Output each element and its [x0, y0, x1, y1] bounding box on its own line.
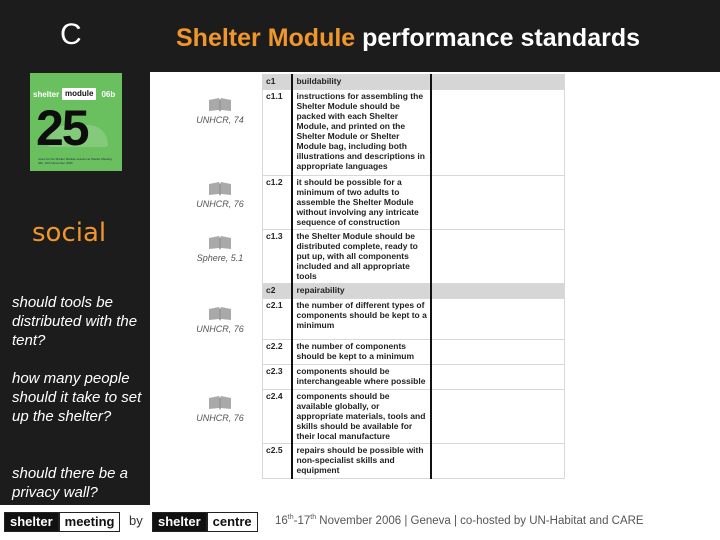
cover-code: 06b — [101, 89, 116, 99]
table-row: c1.2 it should be possible for a minimum… — [262, 175, 566, 230]
row-code: c2.2 — [262, 339, 293, 365]
table-row: c2.3 components should be interchangeabl… — [262, 364, 566, 390]
row-blank-cell — [430, 74, 566, 90]
category-label: social — [32, 218, 107, 248]
table-section-header: c1 buildability — [262, 74, 566, 90]
row-blank-cell — [430, 443, 566, 479]
row-text: it should be possible for a minimum of t… — [291, 175, 433, 230]
module-cover-thumbnail: shelter module 06b 25 notes for the Shel… — [30, 73, 122, 171]
logo-word-shelter: shelter — [152, 512, 207, 532]
row-blank-cell — [430, 175, 566, 230]
cover-word-shelter: shelter — [33, 89, 60, 99]
logo-word-shelter: shelter — [4, 512, 59, 532]
reference-3: Sphere, 5.1 — [175, 235, 265, 263]
row-blank-cell — [430, 364, 566, 390]
shelter-centre-logo: shelter centre — [152, 512, 258, 532]
row-code: c2.1 — [262, 298, 293, 340]
logo-word-meeting: meeting — [58, 512, 121, 532]
reference-label: UNHCR, 76 — [196, 413, 244, 423]
row-text: components should be interchangeable whe… — [291, 364, 433, 390]
reference-1: UNHCR, 74 — [175, 97, 265, 125]
row-code: c2.4 — [262, 389, 293, 444]
reference-label: Sphere, 5.1 — [196, 253, 244, 263]
row-code: c2.3 — [262, 364, 293, 390]
book-icon — [209, 396, 231, 410]
standards-table: c1 buildability c1.1 instructions for as… — [262, 74, 566, 479]
row-text: components should be available globally,… — [291, 389, 433, 444]
row-blank-cell — [430, 339, 566, 365]
book-icon — [209, 307, 231, 321]
title-accent: Shelter Module — [176, 24, 356, 52]
event-info: 16th-17th November 2006 | Geneva | co-ho… — [275, 514, 644, 527]
table-row: c2.5 repairs should be possible with non… — [262, 443, 566, 479]
book-icon — [209, 98, 231, 112]
question-3: should there be a privacy wall? — [12, 465, 128, 501]
row-blank-cell — [430, 283, 566, 299]
reference-4: UNHCR, 76 — [175, 306, 265, 334]
row-code: c2.5 — [262, 443, 293, 479]
reference-label: UNHCR, 76 — [196, 199, 244, 209]
table-row: c1.1 instructions for assembling the She… — [262, 89, 566, 176]
row-blank-cell — [430, 389, 566, 444]
row-code: c2 — [262, 283, 293, 299]
row-text: instructions for assembling the Shelter … — [291, 89, 433, 176]
row-code: c1.1 — [262, 89, 293, 176]
cover-caption: notes for the Shelter Module session at … — [38, 157, 112, 165]
book-icon — [209, 182, 231, 196]
date-day1: 16 — [275, 514, 288, 527]
event-details: November 2006 | Geneva | co-hosted by UN… — [316, 514, 644, 527]
cover-number: 25 — [36, 100, 90, 156]
date-day2: -17 — [293, 514, 311, 527]
cover-title-bar: shelter module 06b — [30, 87, 122, 101]
book-icon — [209, 236, 231, 250]
row-code: c1.3 — [262, 229, 293, 284]
row-text: repairability — [291, 283, 433, 299]
question-1: should tools be distributed with the ten… — [12, 294, 138, 349]
row-blank-cell — [430, 298, 566, 340]
row-code: c1 — [262, 74, 293, 90]
reference-label: UNHCR, 76 — [196, 324, 244, 334]
reference-2: UNHCR, 76 — [175, 181, 265, 209]
row-text: buildability — [291, 74, 433, 90]
reference-5: UNHCR, 76 — [175, 395, 265, 423]
section-letter: C — [60, 18, 82, 51]
reference-label: UNHCR, 74 — [196, 115, 244, 125]
shelter-meeting-logo: shelter meeting — [4, 512, 121, 532]
row-blank-cell — [430, 229, 566, 284]
table-row: c1.3 the Shelter Module should be distri… — [262, 229, 566, 284]
table-row: c2.1 the number of different types of co… — [262, 298, 566, 340]
row-text: repairs should be possible with non-spec… — [291, 443, 433, 479]
cover-word-module: module — [62, 88, 97, 100]
row-text: the number of different types of compone… — [291, 298, 433, 340]
slide-title: Shelter Module performance standards — [176, 24, 640, 53]
logo-word-centre: centre — [206, 512, 258, 532]
row-code: c1.2 — [262, 175, 293, 230]
table-row: c2.2 the number of components should be … — [262, 339, 566, 365]
by-label: by — [129, 513, 143, 528]
table-row: c2.4 components should be available glob… — [262, 389, 566, 444]
row-text: the number of components should be kept … — [291, 339, 433, 365]
title-rest: performance standards — [355, 24, 641, 52]
table-section-header: c2 repairability — [262, 283, 566, 299]
question-2: how many people should it take to set up… — [12, 370, 142, 425]
row-text: the Shelter Module should be distributed… — [291, 229, 433, 284]
row-blank-cell — [430, 89, 566, 176]
